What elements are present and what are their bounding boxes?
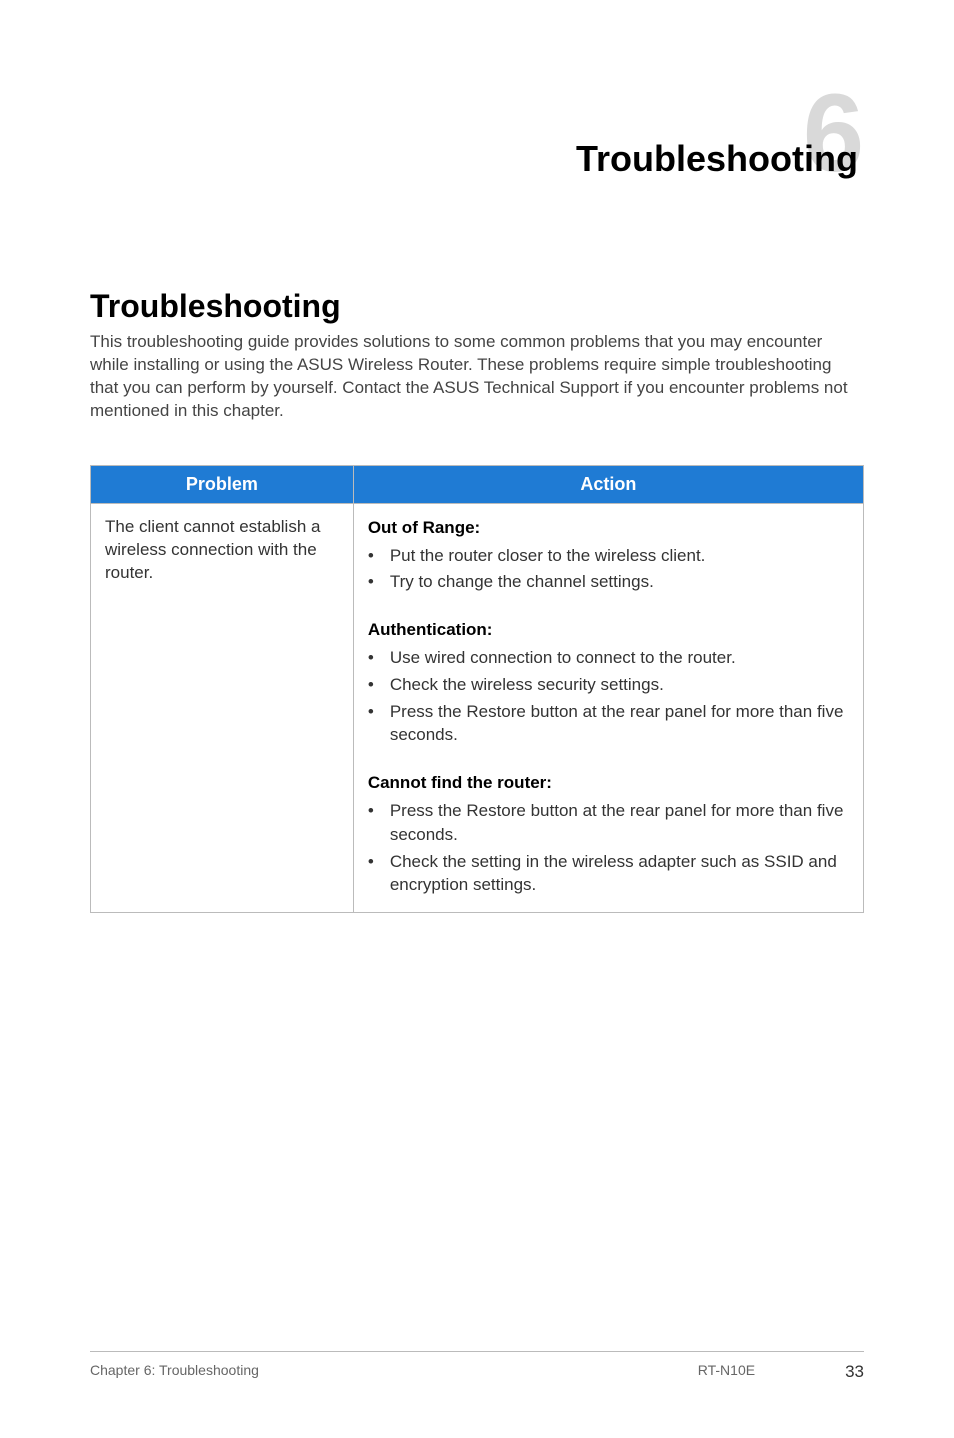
bullet-text: Use wired connection to connect to the r…: [390, 646, 849, 670]
action-heading: Out of Range:: [368, 516, 849, 540]
bullet-text: Try to change the channel settings.: [390, 570, 849, 594]
bullet-icon: •: [368, 850, 390, 874]
footer-model: RT-N10E: [698, 1362, 755, 1382]
troubleshooting-table: Problem Action The client cannot establi…: [90, 465, 864, 913]
bullet-text: Press the Restore button at the rear pan…: [390, 799, 849, 847]
bullet-icon: •: [368, 799, 390, 823]
header-problem: Problem: [91, 465, 354, 503]
action-cell: Out of Range: • Put the router closer to…: [353, 503, 863, 912]
page-footer: Chapter 6: Troubleshooting RT-N10E 33: [90, 1351, 864, 1382]
bullet-text: Put the router closer to the wireless cl…: [390, 544, 849, 568]
chapter-title: Troubleshooting: [576, 138, 858, 180]
list-item: • Use wired connection to connect to the…: [368, 646, 849, 670]
action-heading: Cannot find the router:: [368, 771, 849, 795]
bullet-icon: •: [368, 544, 390, 568]
list-item: • Try to change the channel settings.: [368, 570, 849, 594]
list-item: • Check the wireless security settings.: [368, 673, 849, 697]
bullet-icon: •: [368, 646, 390, 670]
list-item: • Put the router closer to the wireless …: [368, 544, 849, 568]
footer-page-number: 33: [845, 1362, 864, 1382]
bullet-text: Press the Restore button at the rear pan…: [390, 700, 849, 748]
bullet-icon: •: [368, 673, 390, 697]
footer-chapter-label: Chapter 6: Troubleshooting: [90, 1362, 259, 1382]
list-item: • Press the Restore button at the rear p…: [368, 700, 849, 748]
header-action: Action: [353, 465, 863, 503]
bullet-text: Check the wireless security settings.: [390, 673, 849, 697]
section-title: Troubleshooting: [90, 288, 864, 325]
bullet-text: Check the setting in the wireless adapte…: [390, 850, 849, 898]
bullet-icon: •: [368, 570, 390, 594]
bullet-icon: •: [368, 700, 390, 724]
action-heading: Authentication:: [368, 618, 849, 642]
problem-cell: The client cannot establish a wireless c…: [91, 503, 354, 912]
list-item: • Check the setting in the wireless adap…: [368, 850, 849, 898]
intro-paragraph: This troubleshooting guide provides solu…: [90, 331, 864, 423]
list-item: • Press the Restore button at the rear p…: [368, 799, 849, 847]
chapter-heading: 6 Troubleshooting: [90, 90, 864, 178]
table-row: The client cannot establish a wireless c…: [91, 503, 864, 912]
